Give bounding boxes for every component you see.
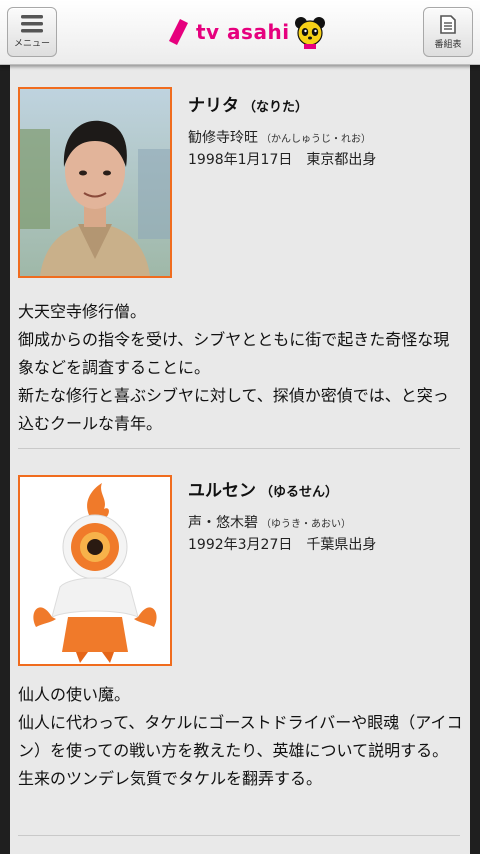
- description-line: 仙人の使い魔。: [18, 685, 131, 704]
- yurusen-photo: [18, 475, 172, 666]
- logo-text: tv asahi: [196, 20, 290, 44]
- actor-birth-info: 1998年1月17日 東京都出身: [188, 152, 377, 168]
- tv-asahi-logo[interactable]: tv asahi: [166, 14, 327, 50]
- actor-name: 声・悠木碧: [188, 515, 258, 531]
- character-name: ナリタ （なりた）: [188, 91, 308, 116]
- description-line: 大天空寺修行僧。: [18, 302, 147, 321]
- app-header: メニュー tv asahi 番組表: [0, 0, 480, 65]
- actor-kana: （ゆうき・あおい）: [261, 519, 351, 530]
- character-name-kana: （なりた）: [243, 100, 309, 115]
- divider: [18, 835, 460, 836]
- character-description: 大天空寺修行僧。 御成からの指令を受け、シブヤとともに街で起きた奇怪な現象などを…: [18, 298, 464, 438]
- character-name-kana: （ゆるせん）: [260, 485, 339, 500]
- program-guide-label: 番組表: [434, 39, 462, 50]
- actor-name: 勧修寺玲旺: [188, 130, 258, 146]
- menu-button[interactable]: メニュー: [7, 7, 57, 57]
- description-line: 仙人に代わって、タケルにゴーストドライバーや眼魂（アイコン）を使っての戦い方を教…: [18, 713, 463, 760]
- description-line: 生来のツンデレ気質でタケルを翻弄する。: [18, 769, 323, 788]
- menu-button-label: メニュー: [13, 39, 50, 49]
- actor-birth-info: 1992年3月27日 千葉県出身: [188, 537, 377, 553]
- description-line: 御成からの指令を受け、シブヤとともに街で起きた奇怪な現象などを調査することに。: [18, 330, 450, 377]
- panda-mascot-icon: [294, 17, 325, 49]
- yurusen-image: [20, 477, 170, 664]
- narita-photo: [18, 87, 172, 278]
- character-name: ユルセン （ゆるせん）: [188, 476, 338, 501]
- character-name-text: ユルセン: [188, 481, 256, 501]
- character-description: 仙人の使い魔。 仙人に代わって、タケルにゴーストドライバーや眼魂（アイコン）を使…: [18, 681, 464, 793]
- document-icon: [440, 14, 456, 34]
- character-name-text: ナリタ: [188, 96, 239, 116]
- character-list: ナリタ （なりた） 勧修寺玲旺 （かんしゅうじ・れお） 1998年1月17日 東京都…: [10, 65, 470, 854]
- divider: [18, 448, 460, 449]
- actor-kana: （かんしゅうじ・れお）: [261, 134, 371, 145]
- program-guide-button[interactable]: 番組表: [423, 7, 473, 57]
- description-line: 新たな修行と喜ぶシブヤに対して、探偵か密偵では、と突っ込むクールな青年。: [18, 386, 449, 433]
- actor-line: 声・悠木碧 （ゆうき・あおい）: [188, 512, 351, 532]
- hamburger-menu-icon: [21, 15, 43, 33]
- logo-slash-icon: [169, 19, 188, 45]
- actor-line: 勧修寺玲旺 （かんしゅうじ・れお）: [188, 127, 371, 147]
- narita-portrait-image: [20, 89, 170, 276]
